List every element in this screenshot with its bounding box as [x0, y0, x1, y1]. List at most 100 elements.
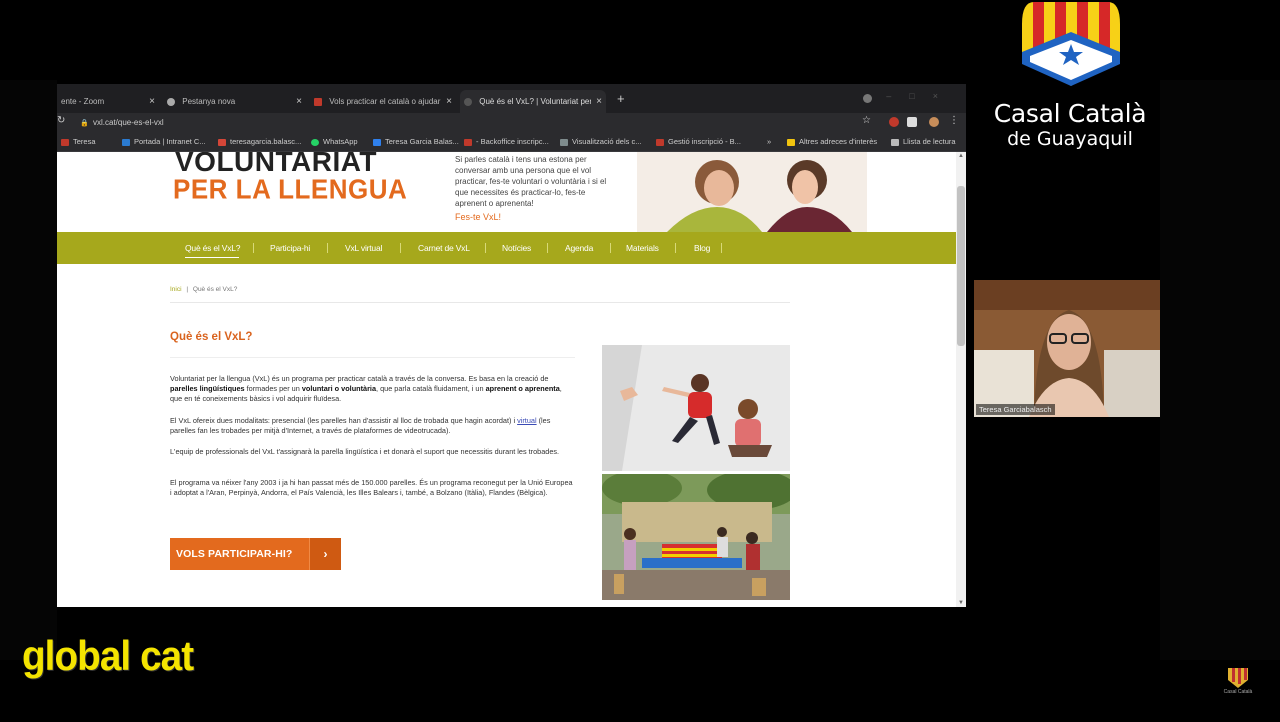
reading-list-icon [891, 138, 899, 146]
page-title: Què és el VxL? [170, 331, 253, 343]
small-logo-text: Casal Català [1224, 689, 1253, 695]
bookmark-star-icon[interactable]: ☆ [862, 115, 871, 126]
bookmark-icon [122, 138, 130, 146]
reading-list[interactable]: Llista de lectura [891, 136, 956, 148]
kebab-menu-icon[interactable]: ⋮ [949, 115, 959, 126]
folder-icon [787, 138, 795, 146]
photo-group-event [602, 474, 790, 600]
nav-separator [675, 243, 676, 253]
bookmarks-overflow-icon[interactable]: » [767, 136, 771, 148]
close-icon[interactable]: × [296, 90, 302, 113]
main-nav: Què és el VxL? Participa-hi VxL virtual … [57, 232, 956, 264]
bookmark-folder-altres[interactable]: Altres adreces d'interès [787, 136, 877, 148]
nav-que-es[interactable]: Què és el VxL? [185, 232, 241, 264]
nav-vxl-virtual[interactable]: VxL virtual [345, 232, 382, 264]
tab-label: Què és el VxL? | Voluntariat per la [479, 97, 592, 106]
profile-icon[interactable] [863, 94, 872, 103]
bookmark-icon [656, 138, 664, 146]
page-viewport: VOLUNTARIAT PER LA LLENGUA Si parles cat… [57, 152, 966, 607]
bookmark-visualitzacio[interactable]: Visualització dels c... [560, 136, 641, 148]
breadcrumb-home-link[interactable]: Inici [170, 286, 182, 293]
participant-video [974, 280, 1160, 417]
bookmark-teresa-garcia[interactable]: Teresa Garcia Balas... [373, 136, 459, 148]
casal-subtitle: de Guayaquil [1007, 128, 1133, 150]
site-header: VOLUNTARIAT PER LA LLENGUA Si parles cat… [57, 152, 956, 232]
whatsapp-icon [311, 138, 319, 146]
nav-blog[interactable]: Blog [694, 232, 710, 264]
tab-que-es-vxl[interactable]: Què és el VxL? | Voluntariat per la × [460, 90, 606, 113]
nav-participa[interactable]: Participa-hi [270, 232, 310, 264]
casal-name: Casal Català [993, 99, 1147, 128]
bookmark-gestio[interactable]: Gestió inscripció - B... [656, 136, 741, 148]
paragraph-intro: Voluntariat per la llengua (VxL) és un p… [170, 374, 562, 403]
bookmark-icon [61, 138, 69, 146]
bookmark-gmail[interactable]: teresagarcia.balasc... [218, 136, 301, 148]
tab-new-tab[interactable]: Pestanya nova × [163, 90, 306, 113]
chevron-right-icon: › [309, 538, 341, 570]
nav-noticies[interactable]: Notícies [502, 232, 531, 264]
page-scrollbar[interactable]: ▲ ▼ [956, 152, 966, 607]
breadcrumb-separator: | [186, 286, 189, 293]
hero-cta-link[interactable]: Fes-te VxL! [455, 212, 605, 222]
participate-button-label: VOLS PARTICIPAR-HI? [176, 548, 293, 560]
virtual-link[interactable]: virtual [517, 416, 536, 425]
nav-separator [485, 243, 486, 253]
scrollbar-thumb[interactable] [957, 186, 965, 346]
participate-button[interactable]: VOLS PARTICIPAR-HI? › [170, 538, 341, 570]
nav-separator [400, 243, 401, 253]
nav-materials[interactable]: Materials [626, 232, 659, 264]
reload-icon[interactable]: ↻ [57, 115, 65, 126]
bookmarks-bar: Teresa Portada | Intranet C... teresagar… [57, 132, 966, 152]
bookmark-intranet[interactable]: Portada | Intranet C... [122, 136, 206, 148]
bookmark-backoffice[interactable]: - Backoffice inscripc... [464, 136, 549, 148]
extensions-puzzle-icon[interactable] [907, 117, 917, 127]
hero-text: Si parles català i tens una estona per c… [455, 155, 607, 208]
screen: ente - Zoom × Pestanya nova × Vols pract… [0, 0, 1280, 722]
left-black-bar [0, 80, 57, 660]
browser-window: ente - Zoom × Pestanya nova × Vols pract… [57, 84, 966, 607]
close-icon[interactable]: × [446, 90, 452, 113]
extension-icon[interactable] [889, 117, 899, 127]
bookmark-icon [464, 138, 472, 146]
breadcrumb-current: Què és el VxL? [192, 286, 238, 293]
window-controls[interactable]: –□× [886, 91, 956, 101]
scroll-up-icon[interactable]: ▲ [958, 153, 964, 159]
site-favicon-icon [314, 97, 322, 106]
bookmark-icon [560, 138, 568, 146]
lock-icon: 🔒 [80, 120, 89, 127]
browser-toolbar: ↻ 🔒 vxl.cat/que-es-el-vxl ☆ ⋮ [57, 113, 966, 132]
casal-small-logo: Casal Català [1224, 668, 1253, 695]
site-logo-line2[interactable]: PER LA LLENGUA [173, 173, 407, 206]
gmail-icon [218, 138, 226, 146]
casal-catala-flag-logo [1022, 2, 1120, 86]
close-icon[interactable]: × [596, 90, 602, 113]
breadcrumb: Inici | Què és el VxL? [170, 286, 237, 293]
address-bar[interactable]: 🔒 vxl.cat/que-es-el-vxl [75, 115, 879, 130]
bookmark-whatsapp[interactable]: WhatsApp [311, 136, 358, 148]
nav-separator [327, 243, 328, 253]
close-icon[interactable]: × [149, 90, 155, 113]
nav-separator [547, 243, 548, 253]
participant-video-tile[interactable]: Teresa Garciabalasch [974, 280, 1160, 417]
chrome-icon [167, 97, 175, 106]
nav-agenda[interactable]: Agenda [565, 232, 593, 264]
bookmark-teresa[interactable]: Teresa [61, 136, 96, 148]
paragraph-modalities: El VxL ofereix dues modalitats: presenci… [170, 416, 551, 435]
url-text: vxl.cat/que-es-el-vxl [93, 118, 164, 127]
bookmark-icon [373, 138, 381, 146]
avatar-icon[interactable] [929, 117, 939, 127]
scroll-down-icon[interactable]: ▼ [958, 600, 964, 606]
nav-carnet[interactable]: Carnet de VxL [418, 232, 470, 264]
new-tab-plus-icon[interactable]: + [617, 90, 625, 108]
nav-separator [721, 243, 722, 253]
tab-label: ente - Zoom [61, 97, 105, 106]
photo-language-pair [602, 345, 790, 471]
tab-zoom[interactable]: ente - Zoom × [57, 90, 159, 113]
hero-photo [637, 152, 867, 232]
nav-active-underline [185, 257, 239, 258]
tab-vols-practicar[interactable]: Vols practicar el català o ajudar a × [310, 90, 456, 113]
paragraph-history: El programa va néixer l'any 2003 i ja hi… [170, 478, 573, 497]
nav-separator [610, 243, 611, 253]
divider [170, 357, 575, 358]
tab-label: Pestanya nova [182, 97, 236, 106]
